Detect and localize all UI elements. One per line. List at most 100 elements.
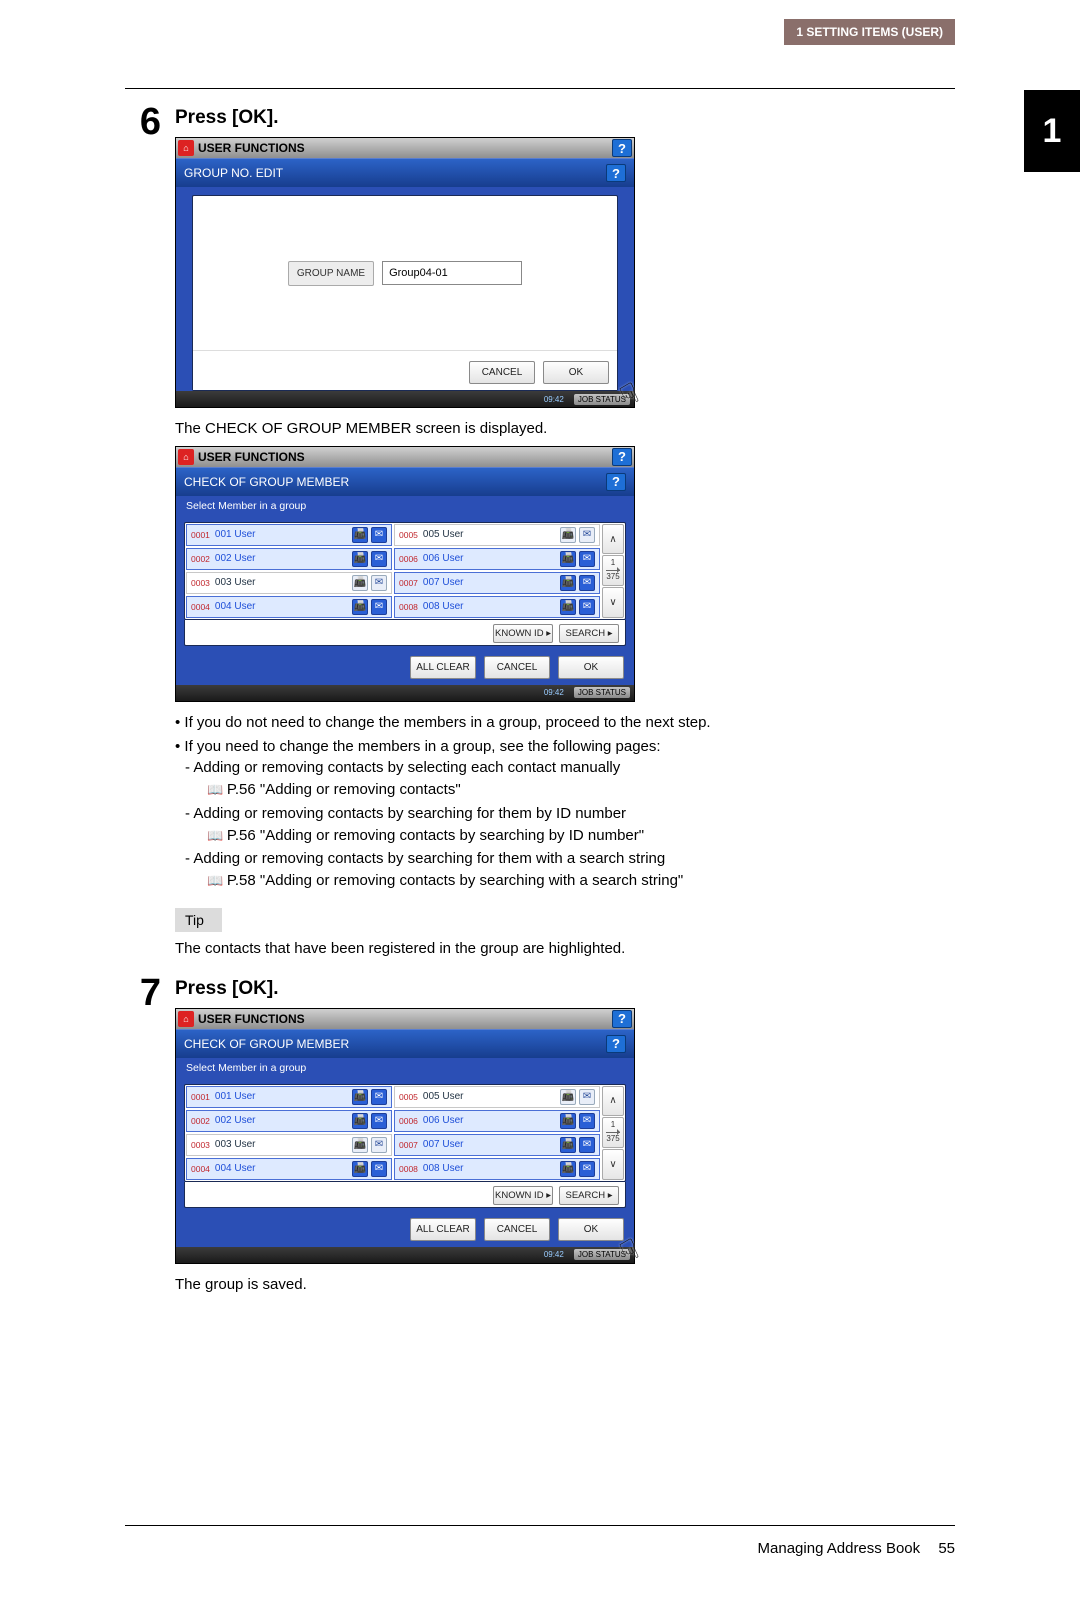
step6-subitems: Adding or removing contacts by selecting…	[175, 757, 955, 892]
member-entry[interactable]: 0005005 User📠✉	[394, 1086, 600, 1108]
member-entry[interactable]: 0001001 User📠✉	[186, 524, 392, 546]
group-edit-body: GROUP NAME Group04-01 CANCEL OK	[192, 195, 618, 391]
ok-button[interactable]: OK	[558, 656, 624, 679]
ok-button[interactable]: OK	[558, 1218, 624, 1241]
step-title: Press [OK].	[175, 107, 955, 129]
member-list: 0001001 User📠✉0005005 User📠✉0002002 User…	[184, 522, 626, 620]
fax-icon[interactable]: 📠	[352, 527, 368, 543]
fax-icon[interactable]: 📠	[352, 599, 368, 615]
tip-label: Tip	[175, 908, 222, 932]
cancel-button[interactable]: CANCEL	[484, 656, 550, 679]
help-icon[interactable]: ?	[612, 1010, 632, 1028]
member-entry[interactable]: 0006006 User📠✉	[394, 1110, 600, 1132]
mail-icon[interactable]: ✉	[371, 527, 387, 543]
mail-icon[interactable]: ✉	[371, 1113, 387, 1129]
member-index: 0005	[399, 530, 418, 540]
member-entry[interactable]: 0008008 User📠✉	[394, 596, 600, 618]
mail-icon[interactable]: ✉	[579, 1137, 595, 1153]
member-row: 0004004 User📠✉0008008 User📠✉	[185, 1157, 601, 1181]
known-id-button[interactable]: KNOWN ID ▸	[493, 1186, 553, 1205]
status-bar: 09:42 JOB STATUS	[176, 1247, 634, 1263]
mail-icon[interactable]: ✉	[579, 1161, 595, 1177]
ui-group-edit: ⌂ USER FUNCTIONS ? GROUP NO. EDIT ? GROU…	[175, 137, 635, 408]
scroll-up-button[interactable]: ∧	[602, 1086, 624, 1117]
job-status-button[interactable]: JOB STATUS	[574, 687, 630, 698]
mail-icon[interactable]: ✉	[371, 575, 387, 591]
help-icon[interactable]: ?	[612, 139, 632, 157]
fax-icon[interactable]: 📠	[560, 1089, 576, 1105]
member-entry[interactable]: 0007007 User📠✉	[394, 1134, 600, 1156]
member-entry[interactable]: 0005005 User📠✉	[394, 524, 600, 546]
all-clear-button[interactable]: ALL CLEAR	[410, 656, 476, 679]
step-title: Press [OK].	[175, 978, 955, 1000]
ok-button[interactable]: OK	[543, 361, 609, 384]
fax-icon[interactable]: 📠	[560, 551, 576, 567]
member-name: 007 User	[423, 577, 557, 588]
known-id-button[interactable]: KNOWN ID ▸	[493, 624, 553, 643]
job-status-button[interactable]: JOB STATUS	[574, 394, 630, 405]
fax-icon[interactable]: 📠	[560, 599, 576, 615]
scroll-down-button[interactable]: ∨	[602, 587, 624, 618]
search-button[interactable]: SEARCH ▸	[559, 624, 619, 643]
page-reference: P.56 "Adding or removing contacts by sea…	[197, 827, 644, 844]
mail-icon[interactable]: ✉	[371, 551, 387, 567]
panel-help-icon[interactable]: ?	[606, 473, 626, 491]
fax-icon[interactable]: 📠	[560, 1137, 576, 1153]
panel-title-bar: GROUP NO. EDIT ?	[176, 158, 634, 187]
window-title: USER FUNCTIONS	[198, 1012, 305, 1026]
panel-help-icon[interactable]: ?	[606, 164, 626, 182]
mail-icon[interactable]: ✉	[579, 551, 595, 567]
member-index: 0004	[191, 602, 210, 612]
mail-icon[interactable]: ✉	[371, 1137, 387, 1153]
mail-icon[interactable]: ✉	[579, 1113, 595, 1129]
panel-help-icon[interactable]: ?	[606, 1035, 626, 1053]
fax-icon[interactable]: 📠	[352, 1161, 368, 1177]
mail-icon[interactable]: ✉	[371, 1089, 387, 1105]
mail-icon[interactable]: ✉	[371, 599, 387, 615]
step-7: 7 Press [OK]. ⌂ USER FUNCTIONS ? CHECK O…	[125, 974, 955, 1296]
mail-icon[interactable]: ✉	[579, 1089, 595, 1105]
group-name-button[interactable]: GROUP NAME	[288, 261, 374, 286]
search-button[interactable]: SEARCH ▸	[559, 1186, 619, 1205]
member-entry[interactable]: 0001001 User📠✉	[186, 1086, 392, 1108]
group-name-field[interactable]: Group04-01	[382, 261, 522, 285]
member-entry[interactable]: 0006006 User📠✉	[394, 548, 600, 570]
fax-icon[interactable]: 📠	[560, 575, 576, 591]
page-number: 55	[938, 1540, 955, 1557]
scroll-down-button[interactable]: ∨	[602, 1149, 624, 1180]
fax-icon[interactable]: 📠	[352, 1089, 368, 1105]
fax-icon[interactable]: 📠	[352, 1113, 368, 1129]
member-index: 0004	[191, 1164, 210, 1174]
fax-icon[interactable]: 📠	[560, 1113, 576, 1129]
member-entry[interactable]: 0007007 User📠✉	[394, 572, 600, 594]
member-entry[interactable]: 0003003 User📠✉	[186, 572, 392, 594]
member-row: 0002002 User📠✉0006006 User📠✉	[185, 1109, 601, 1133]
logo-icon: ⌂	[178, 449, 194, 465]
cancel-button[interactable]: CANCEL	[484, 1218, 550, 1241]
fax-icon[interactable]: 📠	[560, 527, 576, 543]
member-entry[interactable]: 0003003 User📠✉	[186, 1134, 392, 1156]
fax-icon[interactable]: 📠	[352, 575, 368, 591]
fax-icon[interactable]: 📠	[352, 551, 368, 567]
all-clear-button[interactable]: ALL CLEAR	[410, 1218, 476, 1241]
fax-icon[interactable]: 📠	[352, 1137, 368, 1153]
cancel-button[interactable]: CANCEL	[469, 361, 535, 384]
help-icon[interactable]: ?	[612, 448, 632, 466]
scroll-up-button[interactable]: ∧	[602, 524, 624, 555]
member-entry[interactable]: 0002002 User📠✉	[186, 548, 392, 570]
job-status-button[interactable]: JOB STATUS	[574, 1249, 630, 1260]
member-name: 005 User	[423, 1091, 557, 1102]
member-name: 006 User	[423, 1115, 557, 1126]
mail-icon[interactable]: ✉	[579, 575, 595, 591]
member-name: 008 User	[423, 601, 557, 612]
member-entry[interactable]: 0004 004 User📠✉	[186, 596, 392, 618]
member-entry[interactable]: 0002002 User📠✉	[186, 1110, 392, 1132]
panel-title: CHECK OF GROUP MEMBER	[184, 1037, 349, 1051]
member-name: 004 User	[215, 601, 349, 612]
member-entry[interactable]: 0004004 User📠✉	[186, 1158, 392, 1180]
member-entry[interactable]: 0008008 User📠✉	[394, 1158, 600, 1180]
mail-icon[interactable]: ✉	[579, 599, 595, 615]
mail-icon[interactable]: ✉	[579, 527, 595, 543]
mail-icon[interactable]: ✉	[371, 1161, 387, 1177]
fax-icon[interactable]: 📠	[560, 1161, 576, 1177]
